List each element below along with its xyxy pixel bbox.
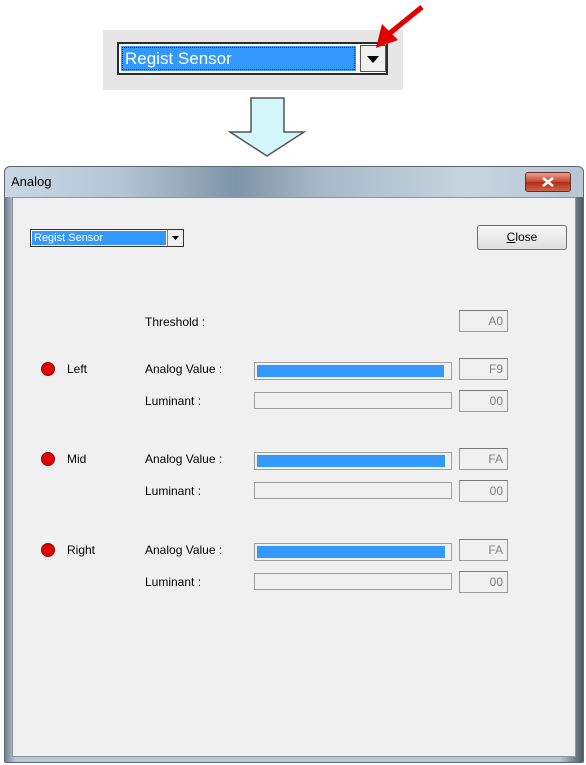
- sensor-select-dropdown-button[interactable]: [167, 230, 183, 246]
- close-button[interactable]: Close: [477, 225, 567, 250]
- luminant-label: Luminant :: [145, 575, 202, 589]
- analog-value-bar: [254, 543, 452, 561]
- sensor-select-field[interactable]: Regist Sensor: [32, 231, 166, 245]
- luminant-label: Luminant :: [145, 484, 202, 498]
- analog-value-bar-fill: [257, 455, 445, 467]
- status-indicator-icon: [41, 362, 55, 376]
- analog-value-field: F9: [459, 358, 508, 380]
- threshold-value: A0: [459, 310, 508, 332]
- dialog-client-area: [12, 197, 576, 757]
- sensor-select[interactable]: Regist Sensor: [30, 229, 184, 247]
- analog-value-bar-fill: [257, 546, 445, 558]
- close-button-label: Close: [506, 230, 538, 244]
- luminant-bar: [254, 392, 452, 409]
- luminant-value-field: 00: [459, 571, 508, 593]
- threshold-label: Threshold :: [145, 315, 206, 329]
- sensor-select-value: Regist Sensor: [34, 232, 104, 244]
- analog-value-label: Analog Value :: [145, 452, 223, 466]
- analog-value-bar: [254, 452, 452, 470]
- luminant-value-field: 00: [459, 390, 508, 412]
- down-arrow-icon: [227, 97, 307, 157]
- analog-value-bar-fill: [257, 365, 444, 377]
- luminant-value-field: 00: [459, 480, 508, 502]
- status-indicator-icon: [41, 543, 55, 557]
- status-indicator-icon: [41, 452, 55, 466]
- analog-value-field: FA: [459, 539, 508, 561]
- zoomed-combo-value: Regist Sensor: [125, 49, 232, 68]
- analog-value-label: Analog Value :: [145, 362, 223, 376]
- luminant-label: Luminant :: [145, 394, 202, 408]
- window-close-button[interactable]: [525, 172, 571, 192]
- analog-value-field: FA: [459, 448, 508, 470]
- zoomed-combo-field[interactable]: Regist Sensor: [121, 46, 356, 71]
- red-arrow-icon: [376, 5, 424, 48]
- sensor-name: Right: [67, 543, 96, 557]
- luminant-bar: [254, 482, 452, 499]
- window-title: Analog: [11, 174, 52, 189]
- sensor-name: Left: [67, 362, 88, 376]
- sensor-name: Mid: [67, 452, 87, 466]
- chevron-down-icon: [172, 236, 179, 240]
- luminant-bar: [254, 573, 452, 590]
- close-x-icon: [542, 177, 554, 187]
- analog-value-label: Analog Value :: [145, 543, 223, 557]
- zoomed-sensor-combo[interactable]: Regist Sensor: [117, 42, 388, 75]
- title-bar[interactable]: Analog: [5, 167, 583, 197]
- analog-value-bar: [254, 362, 452, 380]
